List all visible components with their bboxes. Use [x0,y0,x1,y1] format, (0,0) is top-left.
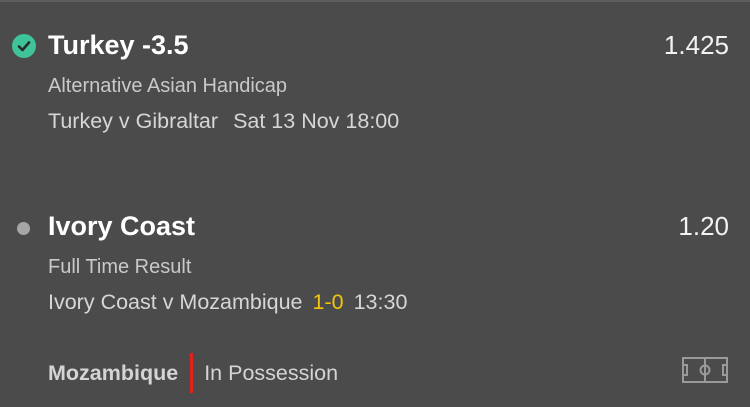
event-date-time: Sat 13 Nov 18:00 [233,109,400,133]
check-circle-icon [12,34,36,58]
possession-label: In Possession [204,360,339,385]
odds-value: 1.425 [663,30,729,60]
pending-dot-icon [17,222,30,235]
event-name: Ivory Coast v Mozambique [48,290,303,314]
selection-name: Turkey -3.5 [48,30,189,60]
odds-value: 1.20 [678,211,729,241]
match-time: 13:30 [353,290,408,314]
market-name: Alternative Asian Handicap [48,75,288,97]
market-name: Full Time Result [48,256,192,278]
selection-name: Ivory Coast [48,211,196,241]
possession-team: Mozambique [48,360,179,385]
top-divider [0,0,750,2]
event-name: Turkey v Gibraltar [48,109,219,133]
event-details: Turkey v Gibraltar Sat 13 Nov 18:00 [48,107,399,135]
possession-indicator: Mozambique In Possession [48,352,338,394]
event-details: Ivory Coast v Mozambique 1-0 13:30 [48,288,407,316]
possession-bar [190,353,194,393]
live-score: 1-0 [312,290,344,314]
football-pitch-icon[interactable] [682,357,728,383]
